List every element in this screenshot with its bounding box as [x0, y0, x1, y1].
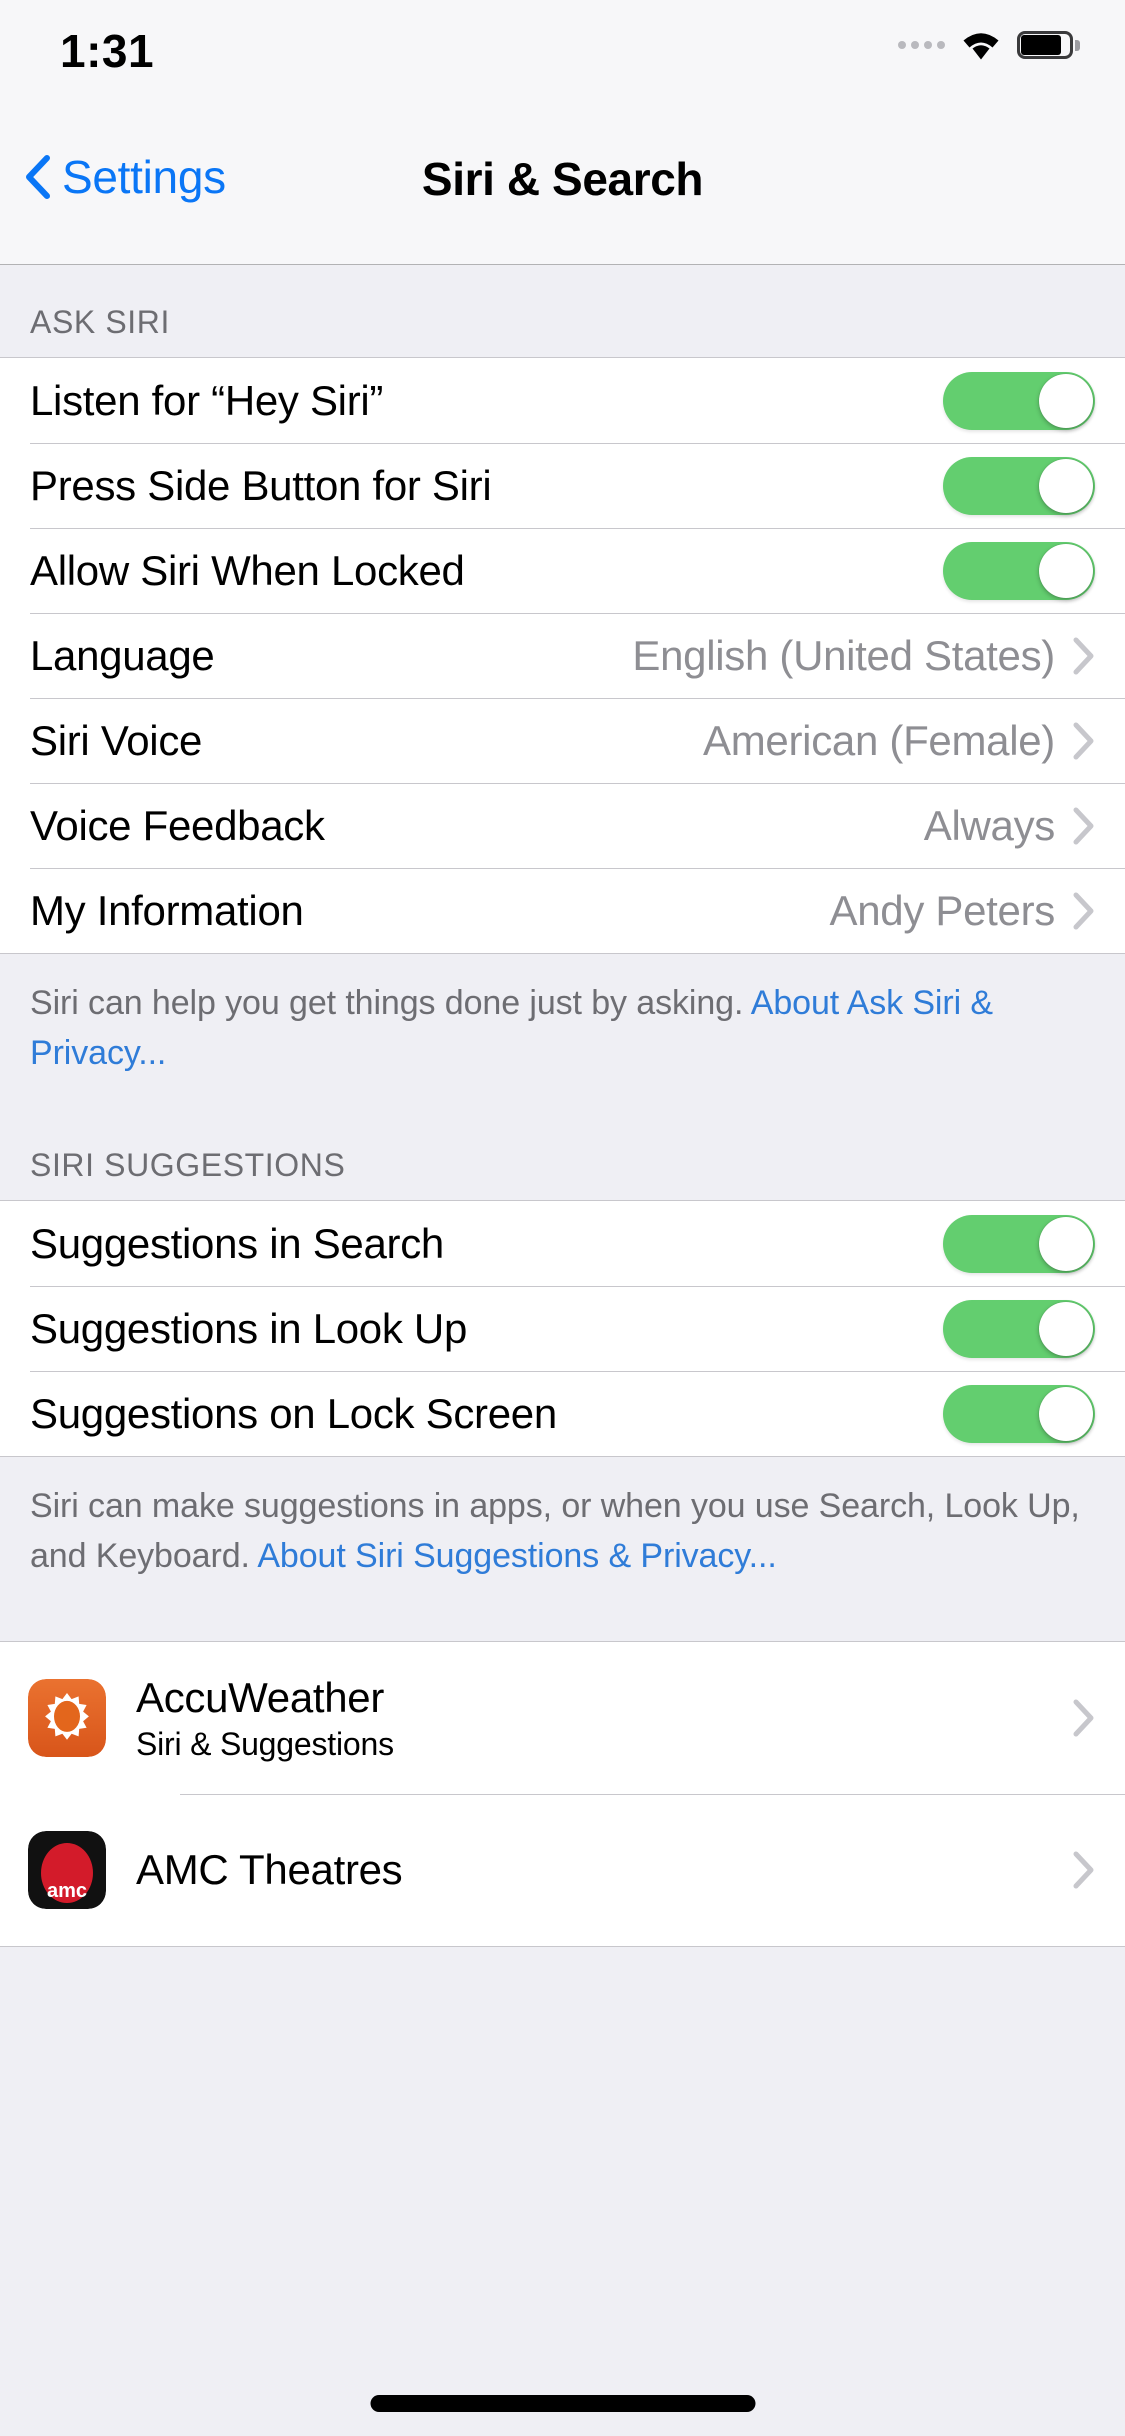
section-gap	[0, 1611, 1125, 1641]
footer-ask-siri: Siri can help you get things done just b…	[0, 954, 1125, 1108]
battery-full-icon	[1017, 31, 1080, 59]
app-subtitle: Siri & Suggestions	[136, 1725, 394, 1762]
home-indicator-bar	[370, 2395, 755, 2412]
row-value: English (United States)	[632, 631, 1055, 679]
ask-siri-group: Listen for “Hey Siri” Press Side Button …	[0, 357, 1125, 954]
toggle-suggestions-on-lock-screen[interactable]	[943, 1384, 1095, 1443]
about-siri-suggestions-privacy-link[interactable]: About Siri Suggestions & Privacy...	[257, 1537, 776, 1575]
wifi-icon	[963, 33, 999, 60]
row-suggestions-in-search[interactable]: Suggestions in Search	[0, 1201, 1125, 1286]
app-row-accuweather[interactable]: AccuWeather Siri & Suggestions	[0, 1642, 1125, 1794]
row-value: Always	[923, 801, 1056, 849]
row-siri-voice[interactable]: Siri Voice American (Female)	[0, 698, 1125, 783]
navigation-bar: Settings Siri & Search	[0, 100, 1125, 265]
row-allow-siri-when-locked[interactable]: Allow Siri When Locked	[0, 528, 1125, 613]
row-label: Suggestions in Look Up	[30, 1304, 468, 1352]
row-label: Suggestions on Lock Screen	[30, 1389, 557, 1437]
status-bar: 1:31	[0, 0, 1125, 100]
amc-theatres-app-icon: amc	[28, 1831, 106, 1909]
toggle-listen-for-hey-siri[interactable]	[943, 371, 1095, 430]
chevron-right-icon	[1073, 807, 1094, 844]
toggle-press-side-button-for-siri[interactable]	[943, 456, 1095, 515]
accuweather-app-icon	[28, 1679, 106, 1757]
app-name: AccuWeather	[136, 1673, 385, 1721]
row-label: Voice Feedback	[30, 801, 325, 849]
section-header-ask-siri: ASK SIRI	[0, 265, 1125, 357]
row-my-information[interactable]: My Information Andy Peters	[0, 868, 1125, 953]
row-label: Allow Siri When Locked	[30, 546, 465, 594]
section-header-siri-suggestions: SIRI SUGGESTIONS	[0, 1108, 1125, 1200]
app-row-amc-theatres[interactable]: amc AMC Theatres	[0, 1794, 1125, 1946]
row-value: American (Female)	[703, 716, 1055, 764]
phone-screen: 1:31 Settings Siri & Search ASK SIRI Lis…	[0, 0, 1125, 2436]
app-name: AMC Theatres	[136, 1846, 403, 1893]
row-label: My Information	[30, 886, 304, 934]
siri-suggestions-group: Suggestions in Search Suggestions in Loo…	[0, 1200, 1125, 1457]
row-press-side-button-for-siri[interactable]: Press Side Button for Siri	[0, 443, 1125, 528]
toggle-suggestions-in-search[interactable]	[943, 1214, 1095, 1273]
app-list-group: AccuWeather Siri & Suggestions amc AMC T…	[0, 1641, 1125, 1947]
chevron-right-icon	[1073, 1851, 1094, 1889]
row-label: Listen for “Hey Siri”	[30, 376, 384, 424]
signal-dots-icon	[898, 41, 945, 49]
toggle-suggestions-in-look-up[interactable]	[943, 1299, 1095, 1358]
row-suggestions-on-lock-screen[interactable]: Suggestions on Lock Screen	[0, 1371, 1125, 1456]
status-bar-time: 1:31	[60, 25, 155, 77]
chevron-right-icon	[1073, 722, 1094, 759]
chevron-right-icon	[1073, 1699, 1094, 1737]
row-label: Siri Voice	[30, 716, 203, 764]
row-label: Press Side Button for Siri	[30, 461, 492, 509]
row-language[interactable]: Language English (United States)	[0, 613, 1125, 698]
toggle-allow-siri-when-locked[interactable]	[943, 541, 1095, 600]
row-value: Andy Peters	[829, 886, 1056, 934]
row-voice-feedback[interactable]: Voice Feedback Always	[0, 783, 1125, 868]
status-bar-indicators	[898, 28, 1080, 62]
row-label: Language	[30, 631, 215, 679]
page-title: Siri & Search	[421, 153, 704, 205]
chevron-right-icon	[1073, 892, 1094, 929]
svg-text:amc: amc	[47, 1880, 87, 1902]
row-listen-for-hey-siri[interactable]: Listen for “Hey Siri”	[0, 358, 1125, 443]
footer-ask-siri-text: Siri can help you get things done just b…	[30, 984, 751, 1022]
row-suggestions-in-look-up[interactable]: Suggestions in Look Up	[0, 1286, 1125, 1371]
chevron-right-icon	[1073, 637, 1094, 674]
row-label: Suggestions in Search	[30, 1219, 444, 1267]
footer-siri-suggestions: Siri can make suggestions in apps, or wh…	[0, 1457, 1125, 1611]
